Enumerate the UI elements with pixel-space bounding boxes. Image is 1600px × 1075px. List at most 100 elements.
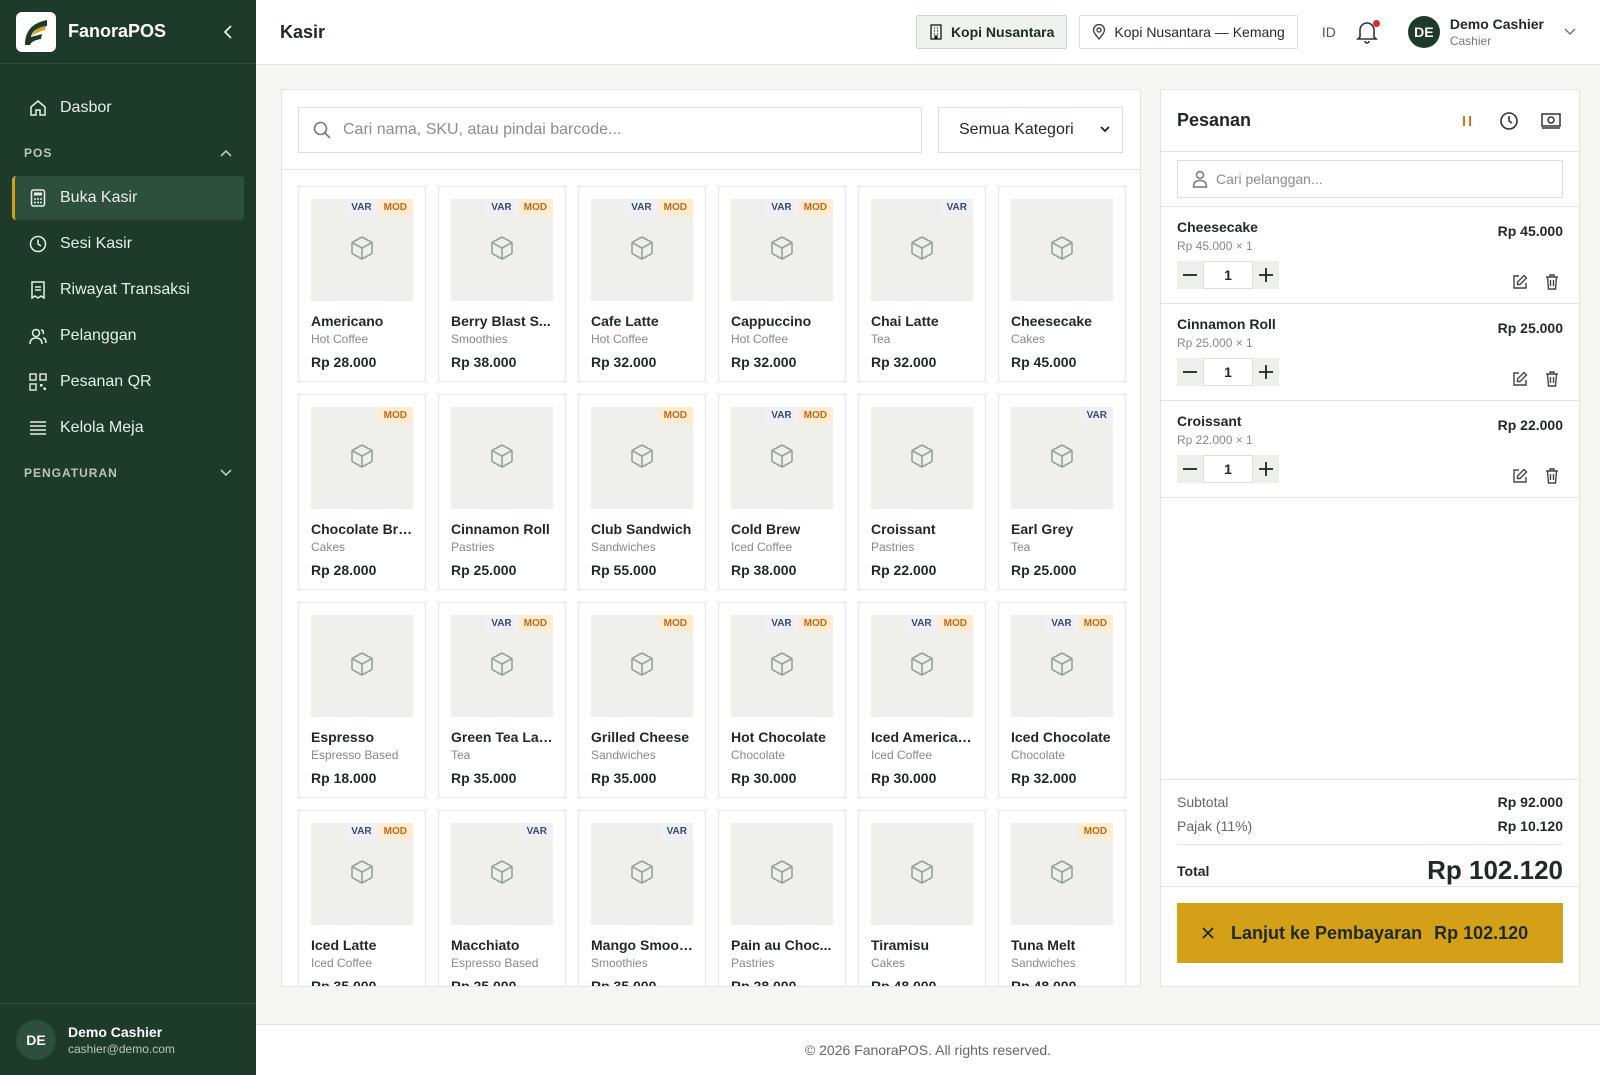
product-image: MOD	[1011, 823, 1113, 925]
product-search-input[interactable]: Cari nama, SKU, atau pindai barcode...	[298, 106, 922, 153]
sidebar-item-label: Pesanan QR	[60, 373, 152, 390]
edit-line-button[interactable]	[1509, 271, 1531, 293]
brand-logo[interactable]	[16, 11, 56, 52]
package-icon	[768, 234, 796, 267]
product-price: Rp 48.000	[871, 978, 937, 987]
sidebar-item-kelola-meja[interactable]: Kelola Meja	[12, 406, 244, 450]
product-card[interactable]: VAR MOD Hot Chocolate Chocolate Rp 30.000	[718, 602, 846, 798]
product-image: VAR	[591, 823, 693, 925]
product-card[interactable]: MOD Tuna Melt Sandwiches Rp 48.000	[998, 810, 1126, 986]
collapse-sidebar-button[interactable]	[216, 20, 240, 44]
sidebar-item-buka-kasir[interactable]: Buka Kasir	[12, 176, 244, 220]
notifications-button[interactable]	[1355, 20, 1380, 44]
order-header: Pesanan	[1161, 90, 1579, 152]
delete-line-button[interactable]	[1541, 465, 1563, 487]
users-icon	[28, 326, 48, 346]
tax-row: Pajak (11%) Rp 10.120	[1177, 814, 1563, 838]
product-category: Chocolate	[731, 748, 786, 762]
product-badges: VAR	[520, 823, 553, 840]
sidebar-item-sesi-kasir[interactable]: Sesi Kasir	[12, 222, 244, 266]
product-image: VAR	[1011, 407, 1113, 509]
sidebar: FanoraPOS Dasbor POS Buka Kasir Sesi Kas…	[0, 0, 256, 1075]
product-card[interactable]: Espresso Espresso Based Rp 18.000	[298, 602, 426, 798]
delete-line-button[interactable]	[1541, 368, 1563, 390]
increase-qty-button[interactable]	[1253, 358, 1279, 386]
product-card[interactable]: VAR MOD Americano Hot Coffee Rp 28.000	[298, 186, 426, 382]
product-card[interactable]: Cinnamon Roll Pastries Rp 25.000	[438, 394, 566, 590]
order-history-button[interactable]	[1497, 109, 1521, 133]
checkout-button[interactable]: Lanjut ke Pembayaran Rp 102.120	[1177, 903, 1563, 963]
product-card[interactable]: MOD Grilled Cheese Sandwiches Rp 35.000	[578, 602, 706, 798]
product-card[interactable]: Tiramisu Cakes Rp 48.000	[858, 810, 986, 987]
product-price: Rp 28.000	[311, 562, 377, 578]
modifier-badge: MOD	[657, 615, 693, 632]
avatar[interactable]: DE	[1407, 16, 1440, 48]
product-name: Americano	[311, 313, 384, 329]
product-card[interactable]: VAR Mango Smoot... Smoothies Rp 35.000	[578, 810, 706, 986]
product-card[interactable]: Pain au Choc... Pastries Rp 28.000	[718, 810, 846, 986]
decrease-qty-button[interactable]	[1177, 261, 1203, 289]
product-card[interactable]: VAR MOD Green Tea Latte Tea Rp 35.000	[438, 602, 566, 798]
product-card[interactable]: VAR Macchiato Espresso Based Rp 25.000	[438, 810, 566, 986]
decrease-qty-button[interactable]	[1177, 358, 1203, 386]
product-category: Espresso Based	[311, 748, 399, 762]
product-card[interactable]: VAR MOD Iced Latte Iced Coffee Rp 35.000	[298, 810, 426, 986]
quantity-field[interactable]: 1	[1203, 455, 1253, 483]
product-price: Rp 55.000	[591, 562, 657, 578]
page-footer: © 2026 FanoraPOS. All rights reserved.	[256, 1024, 1600, 1075]
product-card[interactable]: Croissant Pastries Rp 22.000	[858, 394, 986, 590]
product-price: Rp 32.000	[591, 354, 657, 370]
sidebar-item-riwayat-transaksi[interactable]: Riwayat Transaksi	[12, 268, 244, 312]
product-price: Rp 30.000	[871, 770, 937, 786]
product-card[interactable]: VAR MOD Iced Americano Iced Coffee Rp 30.…	[858, 602, 986, 798]
product-card[interactable]: MOD Chocolate Bro... Cakes Rp 28.000	[298, 394, 426, 590]
product-card[interactable]: MOD Club Sandwich Sandwiches Rp 55.000	[578, 394, 706, 590]
product-category: Sandwiches	[591, 748, 656, 762]
product-badges: VAR	[1080, 407, 1113, 424]
product-card[interactable]: VAR MOD Berry Blast S... Smoothies Rp 38.…	[438, 186, 566, 382]
language-switcher[interactable]: ID	[1322, 24, 1336, 40]
product-card[interactable]: Cheesecake Cakes Rp 45.000	[998, 186, 1126, 382]
chevron-up-icon	[220, 149, 232, 157]
increase-qty-button[interactable]	[1253, 455, 1279, 483]
line-item-total: Rp 45.000	[1497, 223, 1563, 239]
product-card[interactable]: VAR MOD Iced Chocolate Chocolate Rp 32.00…	[998, 602, 1126, 798]
store-selector-button[interactable]: Kopi Nusantara	[915, 15, 1068, 49]
decrease-qty-button[interactable]	[1177, 455, 1203, 483]
delete-line-button[interactable]	[1541, 271, 1563, 293]
product-price: Rp 38.000	[451, 354, 517, 370]
sidebar-user-email: cashier@demo.com	[68, 1041, 175, 1056]
sidebar-user[interactable]: DE Demo Cashier cashier@demo.com	[0, 1003, 256, 1075]
user-role: Cashier	[1449, 34, 1492, 48]
variant-badge: VAR	[660, 823, 693, 840]
sidebar-nav: Dasbor POS Buka Kasir Sesi Kasir Riwayat…	[0, 64, 256, 494]
nav-section-settings[interactable]: PENGATURAN	[0, 452, 256, 494]
order-lines: Cheesecake Rp 45.000 × 1 Rp 45.000 1 Cin…	[1161, 207, 1579, 498]
product-card[interactable]: VAR MOD Cappuccino Hot Coffee Rp 32.000	[718, 186, 846, 382]
edit-line-button[interactable]	[1509, 368, 1531, 390]
edit-line-button[interactable]	[1509, 465, 1531, 487]
quantity-field[interactable]: 1	[1203, 358, 1253, 386]
brand-name: FanoraPOS	[68, 21, 167, 41]
branch-selector-button[interactable]: Kopi Nusantara — Kemang	[1079, 15, 1298, 49]
category-select[interactable]: Semua Kategori	[938, 106, 1123, 153]
product-card[interactable]: VAR Chai Latte Tea Rp 32.000	[858, 186, 986, 382]
product-card[interactable]: VAR MOD Cold Brew Iced Coffee Rp 38.000	[718, 394, 846, 590]
chevron-down-icon[interactable]	[1564, 28, 1576, 36]
product-card[interactable]: VAR MOD Cafe Latte Hot Coffee Rp 32.000	[578, 186, 706, 382]
quantity-field[interactable]: 1	[1203, 261, 1253, 289]
sidebar-item-pesanan-qr[interactable]: Pesanan QR	[12, 360, 244, 404]
increase-qty-button[interactable]	[1253, 261, 1279, 289]
cash-drawer-button[interactable]	[1539, 109, 1563, 133]
user-menu[interactable]: Demo Cashier Cashier	[1450, 16, 1544, 48]
nav-section-pos[interactable]: POS	[0, 132, 256, 174]
package-icon	[628, 442, 656, 475]
section-label: PENGATURAN	[24, 466, 118, 480]
sidebar-item-dasbor[interactable]: Dasbor	[12, 86, 244, 130]
package-icon	[1048, 234, 1076, 267]
product-card[interactable]: VAR Earl Grey Tea Rp 25.000	[998, 394, 1126, 590]
customer-search-input[interactable]: Cari pelanggan...	[1177, 160, 1563, 198]
sidebar-item-pelanggan[interactable]: Pelanggan	[12, 314, 244, 358]
brand: FanoraPOS	[0, 0, 256, 64]
hold-order-button[interactable]	[1455, 109, 1479, 133]
